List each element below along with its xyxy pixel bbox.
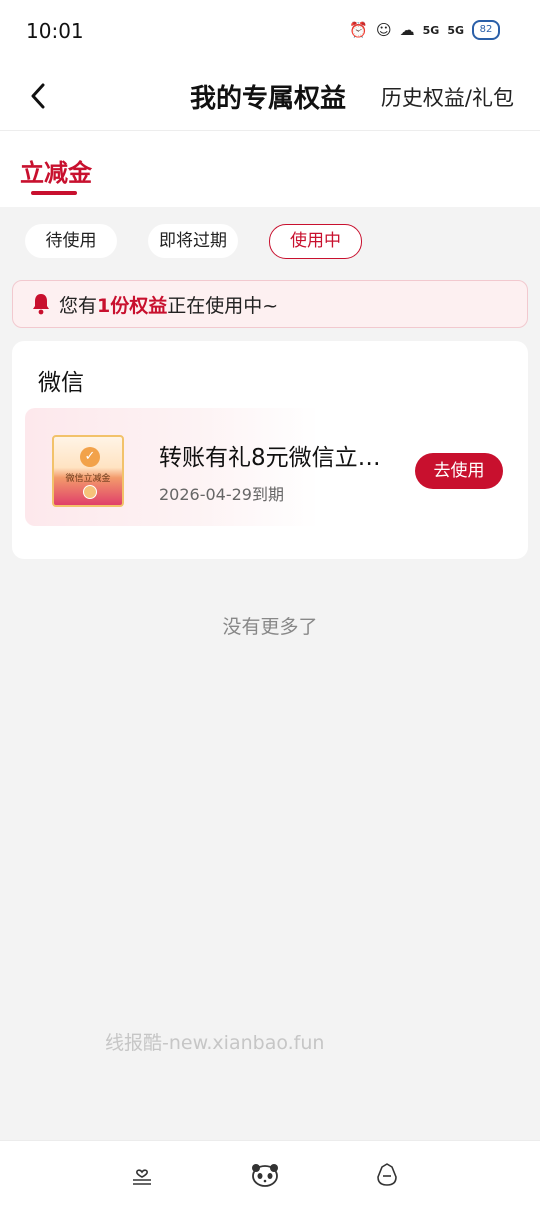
tab-underline <box>31 191 77 195</box>
status-icons: ⏰ ☺ ☁ 5G 5G 82 <box>349 20 500 40</box>
coupon-image-label: 微信立减金 <box>65 474 111 484</box>
tab-discount[interactable]: 立减金 <box>20 153 92 188</box>
no-more-text: 没有更多了 <box>222 616 318 638</box>
coupon-name: 转账有礼8元微信立减金 <box>159 445 389 471</box>
back-button[interactable] <box>22 80 54 112</box>
filter-row: 待使用 即将过期 使用中 <box>0 224 540 260</box>
cat-icon: ☺ <box>375 21 392 39</box>
notice-highlight: 1份权益 <box>97 294 168 317</box>
alarm-icon: ⏰ <box>349 21 368 39</box>
nav-bar: 我的专属权益 历史权益/礼包 <box>0 62 540 131</box>
coupon-expire: 2026-04-29到期 <box>159 485 284 504</box>
battery-icon: 82 <box>472 20 500 40</box>
use-button[interactable]: 去使用 <box>415 453 503 489</box>
history-link[interactable]: 历史权益/礼包 <box>381 82 514 112</box>
status-bar: 10:01 ⏰ ☺ ☁ 5G 5G 82 <box>0 0 540 62</box>
bell-icon <box>33 294 49 315</box>
chevron-left-icon <box>31 83 45 109</box>
status-time: 10:01 <box>26 19 84 43</box>
bottom-nav <box>0 1140 540 1208</box>
filter-expiring[interactable]: 即将过期 <box>148 224 238 258</box>
coin-icon <box>83 485 97 499</box>
filter-in-use[interactable]: 使用中 <box>269 224 362 259</box>
panda-icon[interactable] <box>251 1161 279 1189</box>
signal-icon: 5G <box>422 23 440 37</box>
notice-text: 您有1份权益正在使用中~ <box>59 291 278 318</box>
tab-bar: 立减金 <box>0 131 540 207</box>
benefit-card: 微信 ✓ 微信立减金 转账有礼8元微信立减金 2026-04-29到期 去使用 <box>12 341 528 559</box>
notice-prefix: 您有 <box>59 294 98 317</box>
weather-icon: ☁ <box>399 21 415 39</box>
notice-suffix: 正在使用中~ <box>167 294 279 317</box>
filter-pending[interactable]: 待使用 <box>25 224 117 258</box>
heart-list-icon[interactable] <box>128 1161 156 1189</box>
section-title: 微信 <box>38 370 84 396</box>
coupon-item[interactable]: ✓ 微信立减金 转账有礼8元微信立减金 2026-04-29到期 去使用 <box>25 408 515 526</box>
signal-icon: 5G <box>447 23 464 37</box>
page-title: 我的专属权益 <box>190 84 347 114</box>
notice-banner: 您有1份权益正在使用中~ <box>12 280 528 328</box>
bag-icon[interactable] <box>373 1161 401 1189</box>
watermark: 线报酷-new.xianbao.fun <box>105 1032 325 1054</box>
check-icon: ✓ <box>80 447 100 467</box>
coupon-image: ✓ 微信立减金 <box>52 435 124 507</box>
